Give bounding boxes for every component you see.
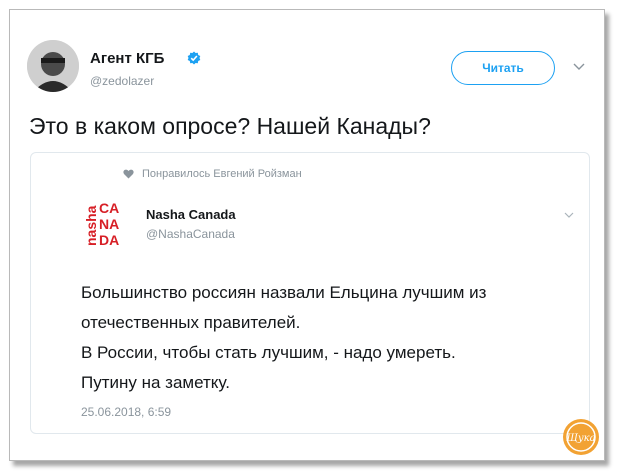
quoted-tweet[interactable]: Понравилось Евгений Ройзман nasha CA NA …	[30, 152, 590, 434]
svg-text:nasha: nasha	[83, 205, 99, 246]
svg-text:DA: DA	[99, 232, 119, 247]
quoted-author-name[interactable]: Nasha Canada	[146, 207, 236, 222]
svg-text:CA: CA	[99, 200, 119, 216]
tweet-text: Это в каком опросе? Нашей Канады?	[29, 113, 431, 139]
quoted-author-handle[interactable]: @NashaCanada	[146, 227, 235, 241]
quoted-text-line: Путину на заметку.	[81, 373, 230, 392]
verified-badge-icon	[187, 51, 201, 65]
quoted-text-line: В России, чтобы стать лучшим, - надо уме…	[81, 343, 456, 362]
quoted-text-line: отечественных правителей.	[81, 313, 301, 332]
author-name[interactable]: Агент КГБ	[90, 50, 164, 67]
quoted-date[interactable]: 25.06.2018, 6:59	[81, 405, 171, 419]
avatar[interactable]	[27, 40, 79, 92]
follow-button[interactable]: Читать	[451, 51, 555, 85]
logo-icon: nasha CA NA DA	[83, 200, 119, 247]
liked-by-row: Понравилось Евгений Ройзман	[123, 168, 302, 180]
author-handle[interactable]: @zedolazer	[90, 74, 154, 88]
liked-by-text: Понравилось Евгений Ройзман	[142, 168, 302, 180]
svg-text:Щука: Щука	[566, 433, 595, 444]
chevron-down-icon[interactable]	[563, 209, 575, 221]
svg-text:NA: NA	[99, 216, 119, 232]
quoted-tweet-text: Большинство россиян назвали Ельцина лучш…	[81, 278, 486, 398]
heart-icon	[123, 169, 134, 179]
chevron-down-icon[interactable]	[572, 59, 586, 73]
quoted-text-line: Большинство россиян назвали Ельцина лучш…	[81, 283, 487, 302]
watermark-icon: Щука	[563, 419, 599, 455]
